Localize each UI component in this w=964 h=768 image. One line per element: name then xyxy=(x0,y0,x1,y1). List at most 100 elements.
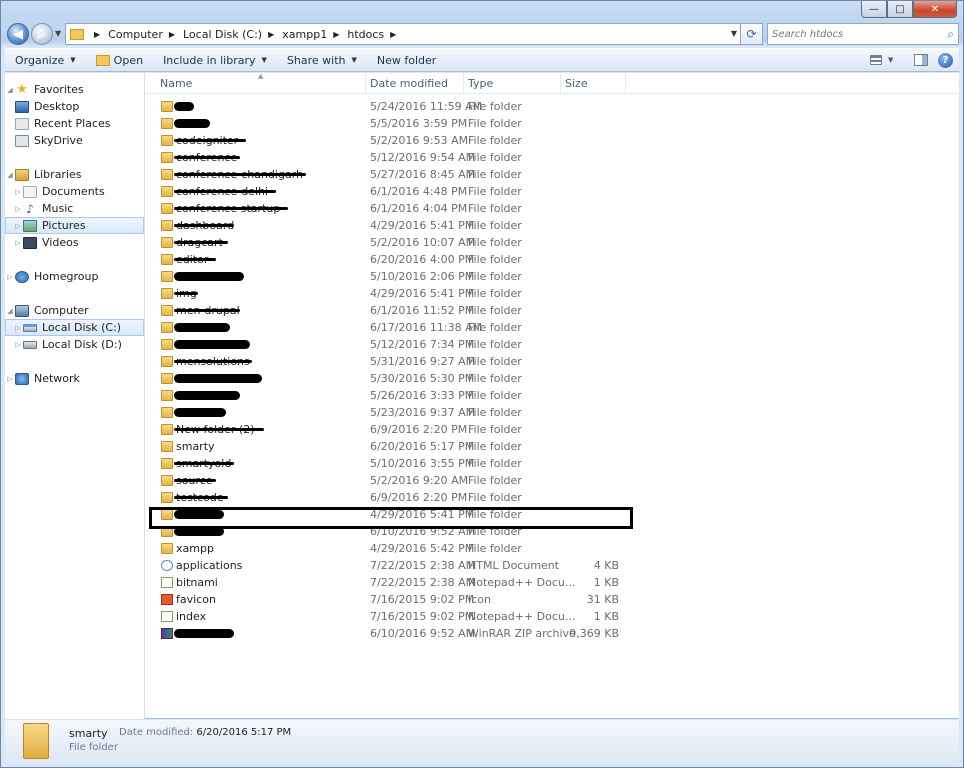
share-with-button[interactable]: Share with ▼ xyxy=(277,49,367,71)
expand-arrow-icon[interactable]: ▷ xyxy=(13,188,23,196)
nav-recent-places[interactable]: Recent Places xyxy=(5,115,144,132)
file-row[interactable]: mensolutions5/31/2016 9:27 AMFile folder xyxy=(146,353,626,370)
file-row[interactable]: editor6/20/2016 4:00 PMFile folder xyxy=(146,251,626,268)
file-row[interactable]: conference5/12/2016 9:54 AMFile folder xyxy=(146,149,626,166)
file-row[interactable]: favicon 7/16/2015 9:02 PM Icon 31 KB xyxy=(146,591,626,608)
file-row[interactable]: codeigniter5/2/2016 9:53 AMFile folder xyxy=(146,132,626,149)
expand-arrow-icon[interactable]: ◢ xyxy=(5,171,15,179)
breadcrumb-htdocs[interactable]: htdocs ▶ xyxy=(347,28,404,41)
file-row[interactable]: men-drupal6/1/2016 11:52 PMFile folder xyxy=(146,302,626,319)
nav-local-disk-d[interactable]: ▷ Local Disk (D:) xyxy=(5,336,144,353)
file-name: xampp xyxy=(176,542,214,555)
file-row[interactable]: 5/30/2016 5:30 PM File folder xyxy=(146,370,626,387)
search-icon[interactable]: ⌕ xyxy=(947,27,954,42)
nav-skydrive[interactable]: SkyDrive xyxy=(5,132,144,149)
search-input[interactable] xyxy=(772,28,932,40)
column-date-header[interactable]: Date modified xyxy=(366,73,464,94)
file-row[interactable]: source5/2/2016 9:20 AMFile folder xyxy=(146,472,626,489)
organize-button[interactable]: Organize ▼ xyxy=(5,49,86,71)
expand-arrow-icon[interactable]: ▷ xyxy=(13,222,23,230)
address-bar[interactable]: ▶ Computer ▶ Local Disk (C:) ▶ xampp1 ▶ htd… xyxy=(65,23,741,45)
expand-arrow-icon[interactable]: ▷ xyxy=(5,273,15,281)
breadcrumb-label: xampp1 xyxy=(282,27,328,41)
expand-arrow-icon[interactable]: ▷ xyxy=(13,341,23,349)
search-box[interactable]: ⌕ xyxy=(767,23,959,45)
chevron-right-icon[interactable]: ▶ xyxy=(390,30,396,39)
preview-pane-icon[interactable] xyxy=(914,54,928,66)
expand-arrow-icon[interactable]: ▷ xyxy=(13,205,23,213)
help-icon[interactable]: ? xyxy=(938,52,953,68)
expand-arrow-icon[interactable]: ◢ xyxy=(5,307,15,315)
chevron-down-icon: ▼ xyxy=(888,56,894,64)
new-folder-button[interactable]: New folder xyxy=(367,49,446,71)
file-row[interactable]: 6/10/2016 9:52 AM WinRAR ZIP archive 9,369… xyxy=(146,625,626,642)
file-row[interactable]: conference-delhi6/1/2016 4:48 PMFile fol… xyxy=(146,183,626,200)
navigation-pane: ◢ ★ Favorites Desktop Recent Places SkyDri… xyxy=(5,73,145,719)
expand-arrow-icon[interactable]: ◢ xyxy=(5,86,15,94)
file-row[interactable]: smarty 6/20/2016 5:17 PM File folder xyxy=(146,438,626,455)
redaction-mark xyxy=(174,374,262,383)
close-button[interactable]: ✕ xyxy=(913,1,957,18)
include-in-library-button[interactable]: Include in library ▼ xyxy=(153,49,277,71)
chevron-right-icon[interactable]: ▶ xyxy=(333,30,339,39)
file-row[interactable]: 5/5/2016 3:59 PM File folder xyxy=(146,115,626,132)
back-button[interactable]: ◀ xyxy=(7,23,29,45)
nav-documents[interactable]: ▷ Documents xyxy=(5,183,144,200)
file-row[interactable]: conference-chandigarh5/27/2016 8:45 AMFi… xyxy=(146,166,626,183)
nav-music[interactable]: ▷ ♪ Music xyxy=(5,200,144,217)
column-label: Date modified xyxy=(370,77,448,90)
file-row[interactable]: conference startup6/1/2016 4:04 PMFile f… xyxy=(146,200,626,217)
file-date-modified: 5/10/2016 3:55 PM xyxy=(370,457,475,470)
file-row[interactable]: 5/24/2016 11:59 AM File folder xyxy=(146,98,626,115)
address-dropdown-icon[interactable]: ▼ xyxy=(731,29,737,38)
file-row[interactable]: index 7/16/2015 9:02 PM Notepad++ Docu... 1… xyxy=(146,608,626,625)
folder-icon xyxy=(161,356,173,367)
file-row[interactable]: smartyold5/10/2016 3:55 PMFile folder xyxy=(146,455,626,472)
file-row[interactable]: dashboard4/29/2016 5:41 PMFile folder xyxy=(146,217,626,234)
column-type-header[interactable]: Type xyxy=(464,73,561,94)
file-row[interactable]: 5/23/2016 9:37 AM File folder xyxy=(146,404,626,421)
nav-computer[interactable]: ◢ Computer xyxy=(5,302,144,319)
nav-libraries[interactable]: ◢ Libraries xyxy=(5,166,144,183)
file-row[interactable]: xampp 4/29/2016 5:42 PM File folder xyxy=(146,540,626,557)
file-row[interactable]: 5/26/2016 3:33 PM File folder xyxy=(146,387,626,404)
file-list: Name ▲ Date modified Type Size 5/24/2016… xyxy=(146,72,959,719)
nav-network[interactable]: ▷ Network xyxy=(5,370,144,387)
minimize-button[interactable]: — xyxy=(861,1,887,18)
nav-local-disk-c[interactable]: ▷ Local Disk (C:) xyxy=(5,319,144,336)
chevron-right-icon[interactable]: ▶ xyxy=(169,30,175,39)
expand-arrow-icon[interactable]: ▷ xyxy=(5,375,15,383)
file-row[interactable]: 6/17/2016 11:38 AM File folder xyxy=(146,319,626,336)
forward-button[interactable]: ▶ xyxy=(31,23,53,45)
expand-arrow-icon[interactable]: ▷ xyxy=(13,239,23,247)
breadcrumb-xampp1[interactable]: xampp1 ▶ xyxy=(282,28,347,41)
maximize-button[interactable]: □ xyxy=(887,1,913,18)
nav-videos[interactable]: ▷ Videos xyxy=(5,234,144,251)
file-row[interactable]: bitnami 7/22/2015 2:38 AM Notepad++ Docu..… xyxy=(146,574,626,591)
expand-arrow-icon[interactable]: ▷ xyxy=(13,324,23,332)
nav-label: Libraries xyxy=(34,168,82,181)
column-size-header[interactable]: Size xyxy=(561,73,626,94)
file-row[interactable]: testcode6/9/2016 2:20 PMFile folder xyxy=(146,489,626,506)
nav-desktop[interactable]: Desktop xyxy=(5,98,144,115)
open-button[interactable]: Open xyxy=(86,49,153,71)
refresh-button[interactable]: ⟳ xyxy=(741,23,763,45)
strikethrough-mark xyxy=(174,241,228,244)
chevron-right-icon[interactable]: ▶ xyxy=(268,30,274,39)
file-row[interactable]: 5/12/2016 7:34 PM File folder xyxy=(146,336,626,353)
breadcrumb-computer[interactable]: Computer ▶ xyxy=(108,28,183,41)
recent-pages-dropdown-icon[interactable]: ▼ xyxy=(55,29,61,38)
nav-favorites[interactable]: ◢ ★ Favorites xyxy=(5,81,144,98)
file-type: File folder xyxy=(468,134,522,147)
chevron-right-icon[interactable]: ▶ xyxy=(94,30,100,39)
change-view-button[interactable]: ▼ xyxy=(870,51,904,69)
file-row[interactable]: New folder (2)6/9/2016 2:20 PMFile folde… xyxy=(146,421,626,438)
file-row[interactable]: dragcart5/2/2016 10:07 AMFile folder xyxy=(146,234,626,251)
nav-homegroup[interactable]: ▷ Homegroup xyxy=(5,268,144,285)
file-row[interactable]: 5/10/2016 2:06 PM File folder xyxy=(146,268,626,285)
breadcrumb-local-disk-c[interactable]: Local Disk (C:) ▶ xyxy=(183,28,282,41)
file-row[interactable]: applications 7/22/2015 2:38 AM HTML Docume… xyxy=(146,557,626,574)
nav-pictures[interactable]: ▷ Pictures xyxy=(5,217,144,234)
file-row[interactable]: img4/29/2016 5:41 PMFile folder xyxy=(146,285,626,302)
redaction-mark xyxy=(174,323,230,332)
